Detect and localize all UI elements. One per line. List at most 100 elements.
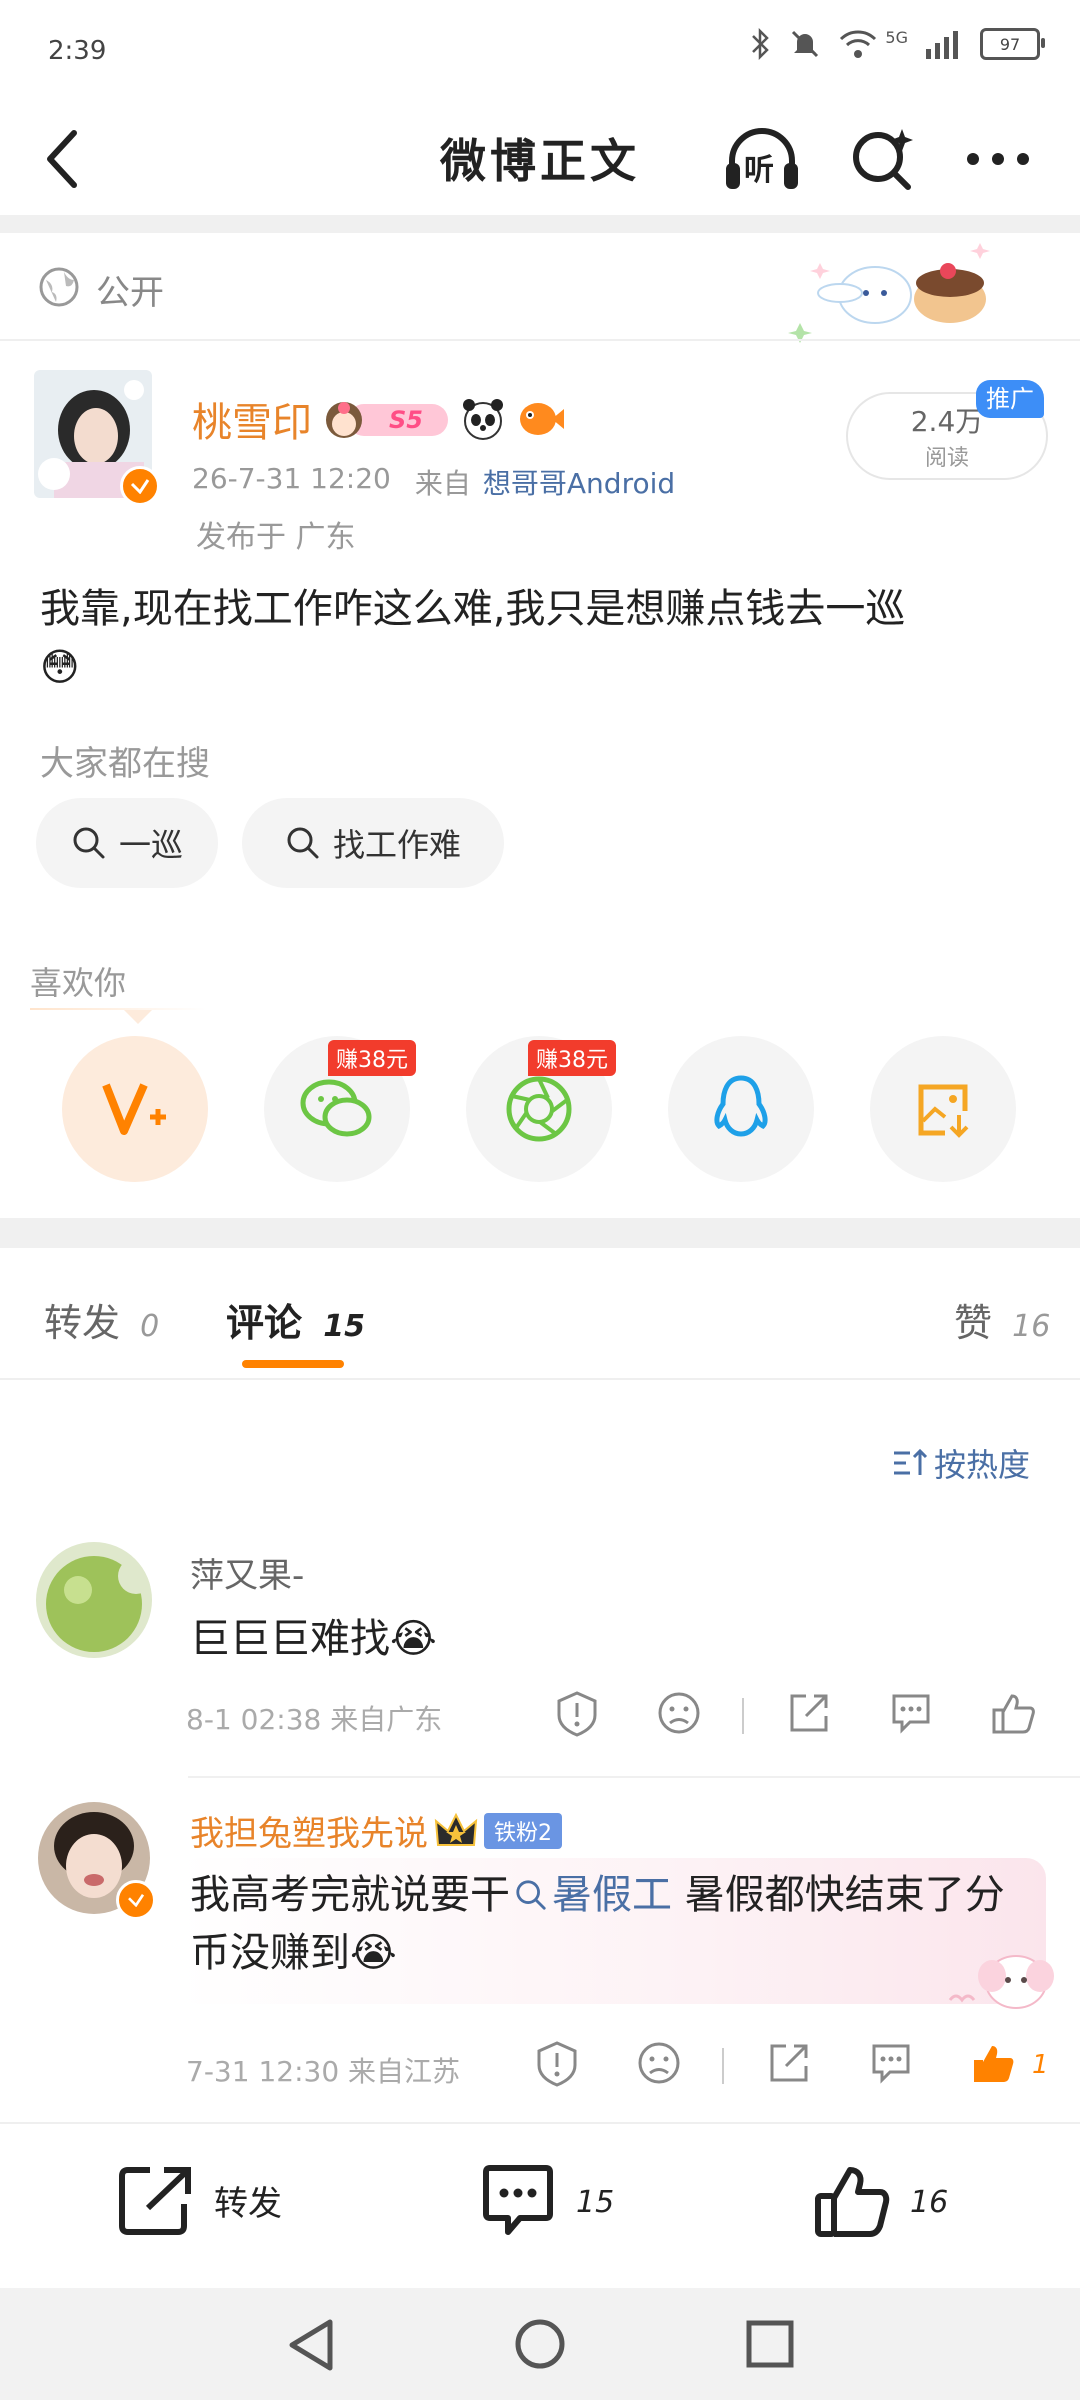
status-time: 2:39 bbox=[48, 36, 107, 66]
comment-text: 巨巨巨难找😭 bbox=[190, 1616, 437, 1662]
more-button[interactable] bbox=[962, 123, 1034, 195]
visibility-row: 公开 bbox=[0, 233, 1080, 343]
post-timestamp: 26-7-31 12:20 bbox=[192, 462, 391, 495]
search-icon bbox=[287, 827, 319, 859]
girl-badge-icon bbox=[326, 402, 362, 438]
commenter-name[interactable]: 萍又果- bbox=[190, 1548, 304, 1597]
crying-emoji: 😭 bbox=[350, 1930, 397, 1976]
report-shield-icon bbox=[557, 1691, 597, 1737]
more-dots-icon bbox=[967, 153, 1029, 165]
status-bar: 2:39 5G 97 bbox=[0, 0, 1080, 95]
like-comment-button[interactable] bbox=[986, 1686, 1040, 1740]
search-chip-2[interactable]: 找工作难 bbox=[242, 798, 504, 888]
like-button[interactable]: 16 bbox=[814, 2164, 948, 2240]
nav-recents-icon[interactable] bbox=[744, 2318, 796, 2370]
like-count: 16 bbox=[910, 2184, 949, 2220]
fish-icon bbox=[520, 403, 564, 435]
author-avatar[interactable] bbox=[34, 370, 160, 506]
nav-back-icon[interactable] bbox=[286, 2318, 336, 2372]
search-section-title: 大家都在搜 bbox=[40, 744, 210, 784]
search-button[interactable] bbox=[846, 123, 918, 195]
thumbs-up-icon bbox=[815, 2167, 890, 2237]
section-divider bbox=[0, 215, 1080, 233]
author-name[interactable]: 桃雪印 bbox=[192, 390, 312, 448]
sort-icon bbox=[894, 1448, 928, 1475]
bluetooth-icon bbox=[752, 28, 770, 60]
comment-button[interactable]: 15 bbox=[480, 2164, 614, 2240]
panda-icon bbox=[463, 399, 503, 440]
bottom-action-bar: 转发 15 16 bbox=[0, 2124, 1080, 2288]
dislike-button[interactable] bbox=[652, 1686, 706, 1740]
comment-like-count: 1 bbox=[1032, 2050, 1049, 2080]
comment-text: 我高考完就说要干 暑假工 暑假都快结束了分币没赚到😭 bbox=[190, 1872, 1005, 1976]
post-location: 发布于 广东 bbox=[196, 520, 356, 555]
divider bbox=[0, 339, 1080, 341]
qq-penguin-icon bbox=[714, 1075, 768, 1137]
crown-icon bbox=[434, 1812, 478, 1846]
sad-face-icon bbox=[638, 2042, 680, 2084]
source-device-link[interactable]: 想哥哥Android bbox=[483, 462, 675, 502]
like-comment-button[interactable] bbox=[966, 2036, 1020, 2090]
dislike-button[interactable] bbox=[632, 2036, 686, 2090]
vplus-icon bbox=[102, 1083, 166, 1135]
earn-badge-moments: 赚38元 bbox=[528, 1040, 616, 1076]
commenter-name[interactable]: 我担兔塑我先说 bbox=[190, 1806, 428, 1855]
mute-bell-icon bbox=[792, 30, 819, 58]
read-count: 2.4万 bbox=[910, 405, 984, 438]
network-type: 5G bbox=[885, 27, 908, 47]
member-level-badge: S5 bbox=[322, 398, 450, 440]
post-meta: 26-7-31 12:20 来自 想哥哥Android bbox=[192, 462, 675, 502]
search-icon bbox=[73, 827, 105, 859]
read-label: 阅读 bbox=[924, 446, 969, 471]
flushed-emoji: 😳 bbox=[40, 645, 80, 689]
promo-badge[interactable]: 推广 bbox=[976, 380, 1044, 418]
save-image-icon bbox=[918, 1084, 969, 1138]
verified-badge-icon bbox=[120, 466, 160, 506]
sad-face-icon bbox=[658, 1692, 700, 1734]
comment-meta: 7-31 12:30 来自江苏 bbox=[186, 2055, 461, 2088]
post-text-block: 我靠,现在找工作咋这么难,我只是想赚点钱去一巡 😳 bbox=[40, 580, 1050, 696]
comment-avatar[interactable] bbox=[36, 1542, 152, 1658]
section-divider bbox=[0, 1218, 1080, 1248]
wechat-icon bbox=[300, 1079, 372, 1137]
repost-button[interactable]: 转发 bbox=[118, 2164, 282, 2236]
report-button[interactable] bbox=[550, 1686, 604, 1740]
verified-badge-icon bbox=[116, 1880, 156, 1920]
share-comment-button[interactable] bbox=[782, 1686, 836, 1740]
share-save-image-button[interactable] bbox=[870, 1036, 1016, 1182]
share-vplus-button[interactable] bbox=[62, 1036, 208, 1182]
earn-badge-wechat: 赚38元 bbox=[328, 1040, 416, 1076]
tab-repost[interactable]: 转发 0 bbox=[44, 1292, 159, 1347]
system-nav-bar bbox=[0, 2288, 1080, 2400]
visibility-label: 公开 bbox=[96, 273, 164, 313]
comment-bubble-icon bbox=[483, 2165, 553, 2235]
repost-share-icon bbox=[119, 2167, 191, 2235]
search-icon bbox=[516, 1880, 546, 1910]
topic-link[interactable]: 暑假工 bbox=[510, 1872, 672, 1918]
nav-home-icon[interactable] bbox=[512, 2316, 568, 2372]
elephant-sticker-icon bbox=[948, 1955, 1054, 2009]
share-section-title: 喜欢你 bbox=[30, 964, 127, 1002]
comment-avatar[interactable] bbox=[36, 1800, 156, 1920]
search-chip-1[interactable]: 一巡 bbox=[36, 798, 218, 888]
wifi-icon bbox=[840, 30, 877, 58]
report-button[interactable] bbox=[530, 2036, 584, 2090]
comment-count: 15 bbox=[576, 2184, 615, 2220]
share-qq-button[interactable] bbox=[668, 1036, 814, 1182]
comment-actions: 1 bbox=[530, 2036, 1070, 2096]
listen-button[interactable]: 听 bbox=[722, 123, 802, 195]
tab-likes[interactable]: 赞 16 bbox=[954, 1292, 1050, 1347]
signal-icon bbox=[926, 31, 958, 59]
source-prefix: 来自 bbox=[414, 467, 471, 500]
author-row: 桃雪印 S5 bbox=[192, 390, 564, 448]
comment-bubble-icon bbox=[892, 1694, 930, 1734]
thumbs-up-filled-icon bbox=[974, 2046, 1014, 2082]
reply-button[interactable] bbox=[864, 2036, 918, 2090]
tab-comments[interactable]: 评论 15 bbox=[226, 1292, 365, 1347]
reply-button[interactable] bbox=[884, 1686, 938, 1740]
divider bbox=[0, 1378, 1080, 1380]
share-comment-button[interactable] bbox=[762, 2036, 816, 2090]
sort-toggle[interactable]: 按热度 bbox=[892, 1440, 1030, 1486]
comment-bubble-icon bbox=[872, 2044, 910, 2084]
comment-meta: 8-1 02:38 来自广东 bbox=[186, 1703, 443, 1736]
